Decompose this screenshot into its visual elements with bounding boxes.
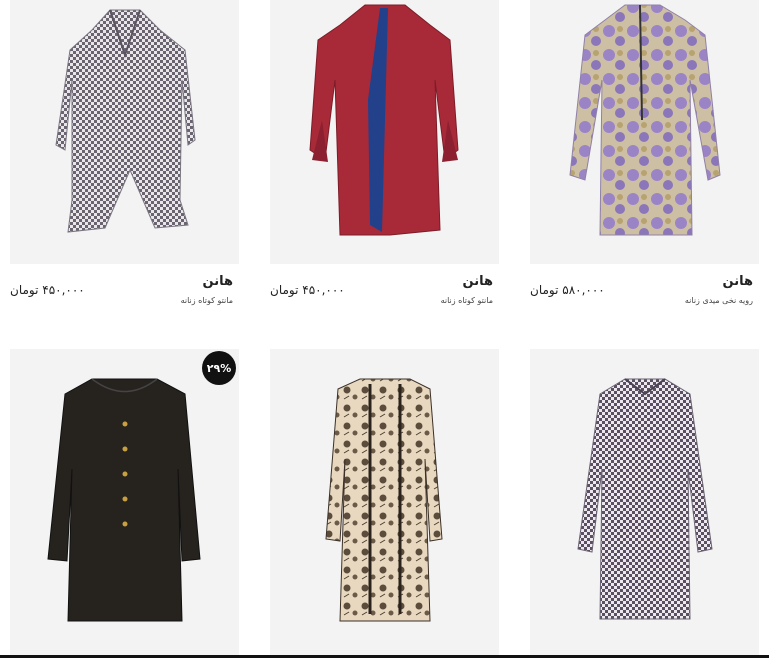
product-subtitle: مانتو کوتاه زنانه [180,296,233,305]
black-coat-icon [47,378,201,622]
product-image[interactable] [530,0,759,264]
product-image[interactable]: ۲۹% [10,349,239,655]
product-image[interactable] [270,349,499,655]
product-image[interactable] [10,0,239,264]
beige-floral-coat-icon [325,378,443,622]
product-price: ۴۵۰,۰۰۰ تومان [270,283,345,297]
product-brand[interactable]: هانن [463,274,493,289]
houndstooth-coat-icon [577,378,713,620]
gray-houndstooth-coat-icon [55,9,196,233]
product-price: ۴۵۰,۰۰۰ تومان [10,283,85,297]
red-coat-icon [309,4,459,236]
discount-badge: ۲۹% [202,351,236,385]
product-image[interactable] [530,349,759,655]
product-subtitle: مانتو کوتاه زنانه [440,296,493,305]
product-subtitle: رویه نخی میدی زنانه [684,296,753,305]
product-image[interactable] [270,0,499,264]
product-price: ۵۸۰,۰۰۰ تومان [530,283,605,297]
product-brand[interactable]: هانن [203,274,233,289]
product-brand[interactable]: هانن [723,274,753,289]
purple-floral-coat-icon [569,4,721,236]
